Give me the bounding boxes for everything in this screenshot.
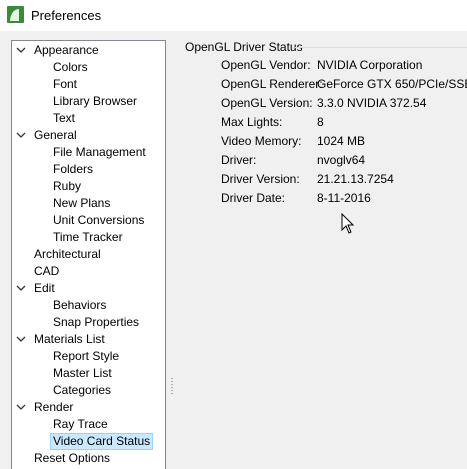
property-label: OpenGL Vendor: [221, 58, 311, 72]
tree-item[interactable]: New Plans [53, 195, 110, 212]
window-title: Preferences [31, 8, 102, 23]
chevron-down-icon[interactable] [16, 42, 26, 59]
preferences-tree[interactable]: Appearance Colors Font Library Browser Text G… [11, 40, 166, 469]
driver-status-group-label: OpenGL Driver Status [185, 40, 308, 54]
tree-item[interactable]: Ruby [53, 178, 81, 195]
property-label: Driver Date: [221, 191, 286, 205]
property-value: 8 [317, 115, 324, 129]
chevron-down-icon[interactable] [16, 399, 26, 416]
property-value: NVIDIA Corporation [317, 58, 423, 72]
property-value: 21.21.13.7254 [317, 172, 394, 186]
tree-item[interactable]: Text [53, 110, 75, 127]
tree-item[interactable]: Ray Trace [53, 416, 108, 433]
app-icon [7, 6, 24, 23]
tree-item[interactable]: Materials List [34, 331, 105, 348]
tree-item[interactable]: Architectural [34, 246, 101, 263]
tree-item[interactable]: Render [34, 399, 73, 416]
tree-item[interactable]: Appearance [34, 42, 99, 59]
tree-item[interactable]: Time Tracker [53, 229, 123, 246]
tree-item[interactable]: File Management [53, 144, 146, 161]
tree-item[interactable]: Behaviors [53, 297, 106, 314]
title-bar: Preferences [0, 0, 467, 31]
property-value: GeForce GTX 650/PCIe/SSE2 [317, 77, 467, 91]
tree-item[interactable]: General [34, 127, 77, 144]
property-value: nvoglv64 [317, 153, 366, 167]
tree-item[interactable]: CAD [34, 263, 59, 280]
property-value: 8-11-2016 [317, 191, 371, 205]
tree-item[interactable]: Unit Conversions [53, 212, 144, 229]
tree-item[interactable]: Reset Options [34, 450, 110, 467]
property-value: 1024 MB [317, 134, 366, 148]
tree-item[interactable]: Colors [53, 59, 88, 76]
property-label: OpenGL Version: [221, 96, 313, 110]
chevron-down-icon[interactable] [16, 127, 26, 144]
tree-item[interactable]: Categories [53, 382, 111, 399]
tree-item[interactable]: Master List [53, 365, 112, 382]
property-label: Max Lights: [221, 115, 283, 129]
tree-item[interactable]: Edit [34, 280, 55, 297]
mouse-cursor-icon [341, 212, 355, 237]
property-label: Video Memory: [221, 134, 302, 148]
tree-item[interactable]: Library Browser [53, 93, 137, 110]
tree-item[interactable]: Snap Properties [53, 314, 139, 331]
property-value: 3.3.0 NVIDIA 372.54 [317, 96, 427, 110]
group-divider [295, 47, 467, 48]
tree-item[interactable]: Font [53, 76, 77, 93]
tree-item[interactable]: Video Card Status [50, 433, 154, 450]
chevron-down-icon[interactable] [16, 331, 26, 348]
tree-item[interactable]: Folders [53, 161, 93, 178]
property-label: Driver: [221, 153, 257, 167]
splitter-handle[interactable] [171, 378, 173, 396]
tree-item[interactable]: Report Style [53, 348, 119, 365]
property-label: Driver Version: [221, 172, 300, 186]
chevron-down-icon[interactable] [16, 280, 26, 297]
property-label: OpenGL Renderer: [221, 77, 323, 91]
